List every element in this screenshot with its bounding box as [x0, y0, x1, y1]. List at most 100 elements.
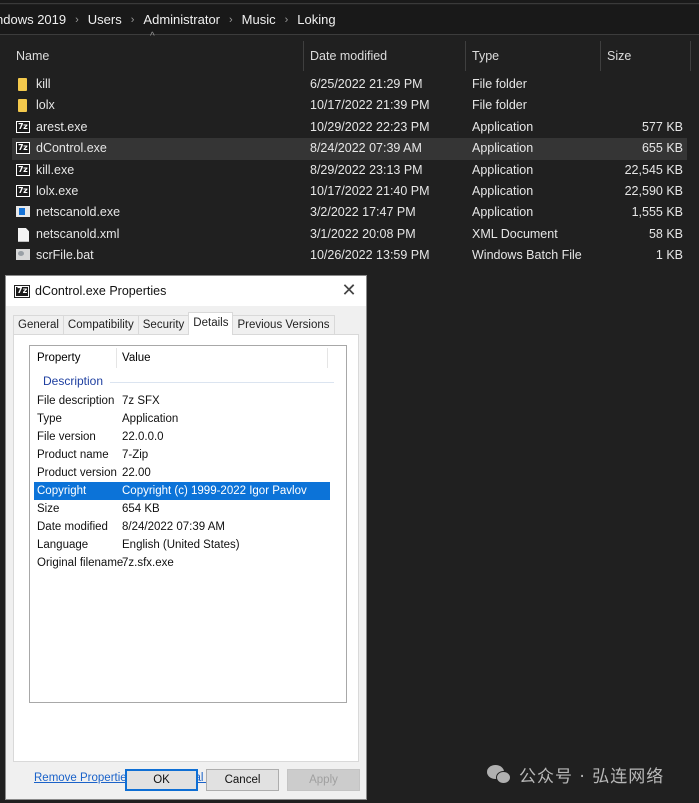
file-row[interactable]: netscanold.exe 3/2/2022 17:47 PM Applica…	[0, 202, 699, 223]
file-date: 10/26/2022 13:59 PM	[310, 248, 430, 263]
file-row[interactable]: 7z lolx.exe 10/17/2022 21:40 PM Applicat…	[0, 181, 699, 202]
close-icon[interactable]: ✕	[336, 279, 362, 303]
tab-general[interactable]: General	[13, 315, 64, 334]
property-value: Copyright (c) 1999-2022 Igor Pavlov	[122, 485, 307, 497]
column-header-type[interactable]: Type	[466, 41, 499, 71]
file-row-selected[interactable]: 7z dControl.exe 8/24/2022 07:39 AM Appli…	[12, 138, 687, 160]
ok-button[interactable]: OK	[125, 769, 198, 791]
folder-icon	[16, 78, 30, 91]
column-header-date-modified[interactable]: Date modified	[304, 41, 387, 71]
tab-previous-versions[interactable]: Previous Versions	[232, 315, 335, 334]
breadcrumb-item[interactable]: ndows 2019	[0, 12, 68, 27]
cancel-button[interactable]: Cancel	[206, 769, 279, 791]
column-header-size[interactable]: Size	[601, 41, 631, 71]
group-label: Description	[43, 374, 108, 388]
file-size: 1,555 KB	[631, 205, 683, 220]
property-row[interactable]: Type Application	[34, 410, 330, 428]
wechat-icon	[487, 764, 513, 785]
breadcrumb-item[interactable]: Users	[86, 12, 124, 27]
file-date: 8/29/2022 23:13 PM	[310, 162, 423, 177]
tab-security[interactable]: Security	[137, 315, 190, 334]
property-name: Product name	[37, 449, 109, 461]
property-row[interactable]: File description 7z SFX	[34, 392, 330, 410]
file-name: kill.exe	[36, 162, 75, 177]
title-bar-strip	[0, 0, 699, 4]
details-list-header: Property Value	[30, 346, 346, 368]
tab-compatibility[interactable]: Compatibility	[62, 315, 139, 334]
7zip-exe-icon: 7z	[16, 142, 30, 155]
chevron-right-icon[interactable]: ›	[222, 14, 240, 26]
address-bar[interactable]: ndows 2019 › Users › Administrator › Mus…	[0, 5, 699, 35]
tab-strip: General Compatibility Security Details P…	[13, 312, 335, 335]
breadcrumb-item[interactable]: Music	[240, 12, 278, 27]
file-date: 10/17/2022 21:40 PM	[310, 183, 430, 198]
property-name: Language	[37, 539, 89, 551]
column-divider[interactable]	[116, 348, 117, 368]
watermark-text: 公众号 · 弘连网络	[519, 767, 665, 787]
file-size: 58 KB	[648, 226, 683, 241]
dialog-title: dControl.exe Properties	[35, 284, 167, 298]
file-row[interactable]: 7z kill.exe 8/29/2022 23:13 PM Applicati…	[0, 160, 699, 181]
file-row[interactable]: scrFile.bat 10/26/2022 13:59 PM Windows …	[0, 245, 699, 266]
file-row[interactable]: kill 6/25/2022 21:29 PM File folder	[0, 74, 699, 95]
property-name: Original filename	[37, 557, 124, 569]
column-header-name[interactable]: Name	[10, 41, 49, 71]
7zip-exe-icon: 7z	[16, 184, 30, 198]
property-row[interactable]: Product version 22.00	[34, 464, 330, 482]
property-name: File description	[37, 395, 115, 407]
document-icon	[16, 227, 30, 242]
column-divider[interactable]	[690, 41, 691, 71]
file-row[interactable]: netscanold.xml 3/1/2022 20:08 PM XML Doc…	[0, 224, 699, 245]
group-header-description: Description	[30, 372, 346, 390]
property-row[interactable]: Language English (United States)	[34, 536, 330, 554]
breadcrumb-item[interactable]: Administrator	[141, 12, 222, 27]
file-date: 3/1/2022 20:08 PM	[310, 226, 416, 241]
7zip-icon: 7z	[14, 285, 30, 298]
property-value: 7z SFX	[122, 395, 160, 407]
dialog-title-bar[interactable]: 7z dControl.exe Properties ✕	[6, 276, 366, 306]
file-list: kill 6/25/2022 21:29 PM File folder lolx…	[0, 74, 699, 267]
chevron-right-icon[interactable]: ›	[278, 14, 296, 26]
chevron-right-icon[interactable]: ›	[68, 14, 86, 26]
file-name: netscanold.xml	[36, 226, 120, 241]
file-date: 8/24/2022 07:39 AM	[310, 141, 422, 156]
file-type: File folder	[472, 98, 527, 113]
file-size: 22,545 KB	[624, 162, 683, 177]
property-value: 22.00	[122, 467, 151, 479]
details-list[interactable]: Property Value Description File descript…	[29, 345, 347, 703]
file-type: Application	[472, 205, 534, 220]
file-size: 655 KB	[641, 141, 683, 156]
file-type: Application	[472, 119, 534, 134]
property-row-selected[interactable]: Copyright Copyright (c) 1999-2022 Igor Pa…	[34, 482, 330, 500]
column-header-property[interactable]: Property	[37, 346, 80, 368]
batch-file-icon	[16, 249, 30, 262]
file-row[interactable]: lolx 10/17/2022 21:39 PM File folder	[0, 95, 699, 116]
property-value: Application	[122, 413, 179, 425]
property-row[interactable]: File version 22.0.0.0	[34, 428, 330, 446]
7zip-exe-icon: 7z	[16, 120, 30, 134]
file-size: 577 KB	[641, 119, 683, 134]
breadcrumb-item-current[interactable]: Loking	[295, 12, 337, 27]
file-row[interactable]: 7z arest.exe 10/29/2022 22:23 PM Applica…	[0, 117, 699, 138]
column-header-value[interactable]: Value	[122, 346, 151, 368]
column-header-row: ^ Name Date modified Type Size	[0, 31, 699, 73]
file-name: lolx.exe	[36, 183, 79, 198]
file-type: File folder	[472, 77, 527, 91]
property-rows: File description 7z SFX Type Application F…	[34, 392, 330, 572]
apply-button[interactable]: Apply	[287, 769, 360, 791]
property-row[interactable]: Size 654 KB	[34, 500, 330, 518]
property-row[interactable]: Product name 7-Zip	[34, 446, 330, 464]
file-date: 10/29/2022 22:23 PM	[310, 119, 430, 134]
column-divider[interactable]	[327, 348, 328, 368]
chevron-right-icon[interactable]: ›	[124, 14, 142, 26]
folder-icon	[16, 99, 30, 113]
property-row[interactable]: Date modified 8/24/2022 07:39 AM	[34, 518, 330, 536]
sort-ascending-icon: ^	[150, 31, 155, 42]
details-tab-panel: Property Value Description File descript…	[13, 334, 359, 784]
property-name: Size	[37, 503, 60, 515]
file-type: Application	[472, 183, 534, 198]
tab-details[interactable]: Details	[188, 312, 234, 335]
file-type: Application	[472, 141, 534, 156]
property-row[interactable]: Original filename 7z.sfx.exe	[34, 554, 330, 572]
watermark: 公众号 · 弘连网络	[487, 762, 664, 787]
